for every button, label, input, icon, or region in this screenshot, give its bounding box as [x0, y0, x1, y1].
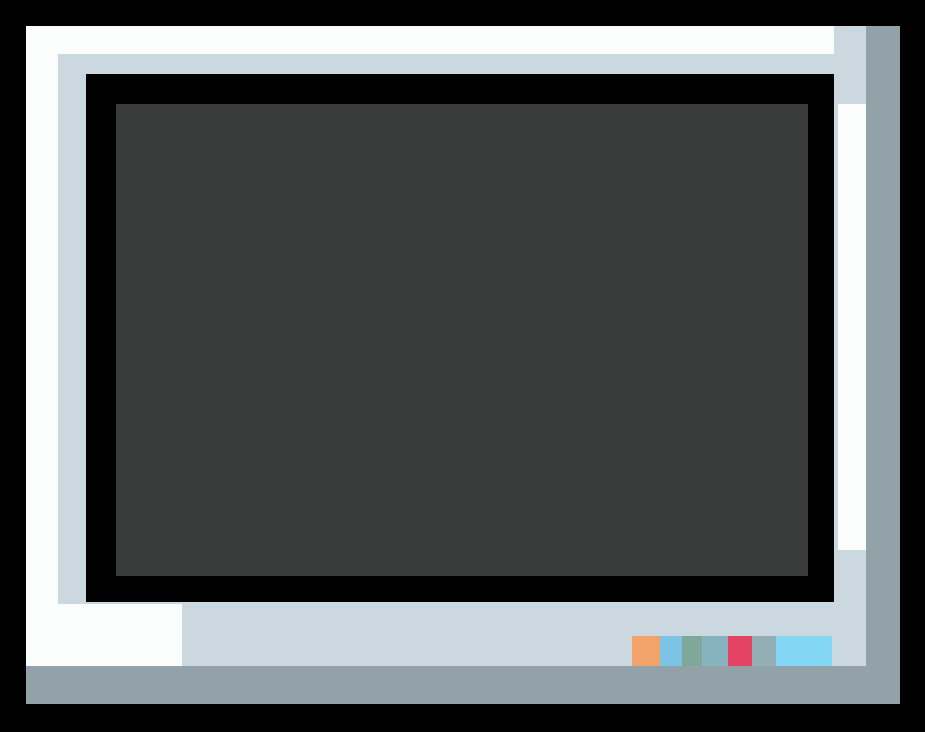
- indicator-teal-grey: [702, 636, 728, 666]
- indicator-crimson: [728, 636, 752, 666]
- indicator-sky: [660, 636, 682, 666]
- indicator-cyan: [776, 636, 832, 666]
- indicator-orange: [632, 636, 660, 666]
- indicator-strip: [632, 636, 832, 666]
- monitor-scene: [0, 0, 925, 732]
- bezel-right-highlight: [834, 104, 866, 550]
- indicator-sage: [682, 636, 702, 666]
- monitor-screen: [116, 104, 808, 576]
- chin-left-highlight: [58, 604, 182, 636]
- indicator-slate: [752, 636, 776, 666]
